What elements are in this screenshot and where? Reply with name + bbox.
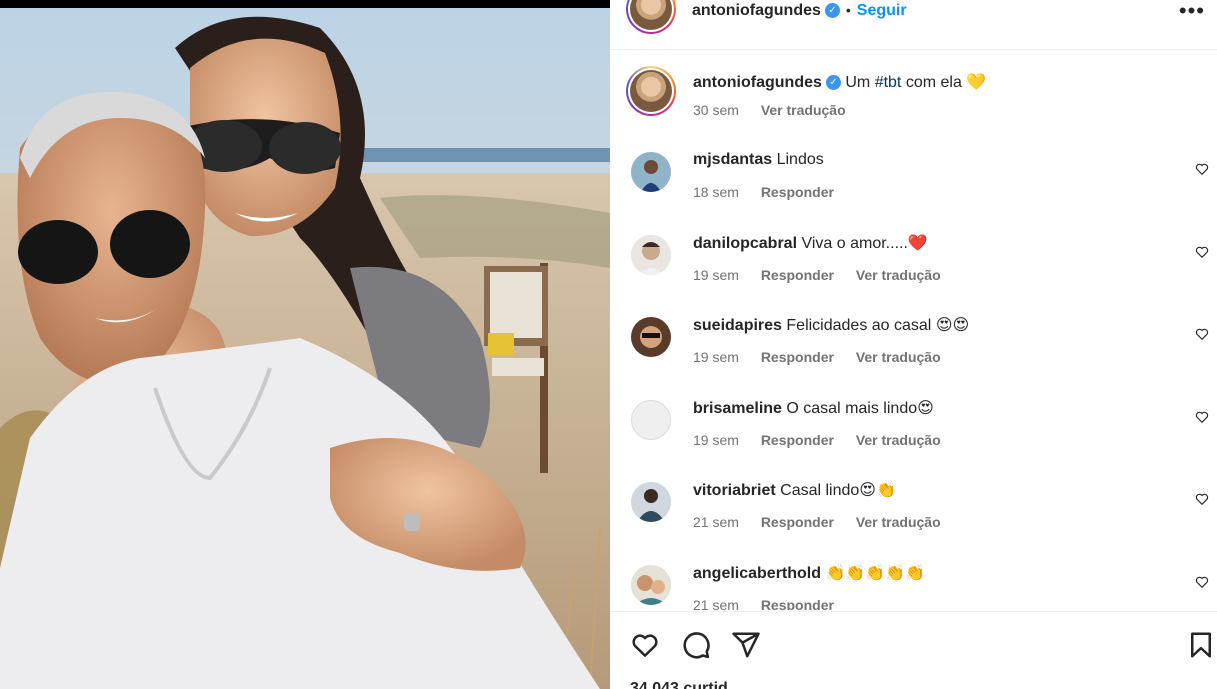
author-avatar[interactable] bbox=[626, 0, 676, 34]
caption-text-after: com ela bbox=[905, 74, 962, 91]
reply-button[interactable]: Responder bbox=[761, 514, 834, 530]
comment-username[interactable]: vitoriabriet bbox=[693, 482, 776, 499]
photo-top-bar bbox=[0, 0, 610, 8]
comment-like-heart-icon[interactable] bbox=[1195, 410, 1209, 424]
heart-eyes-clap-icon: 😍👏 bbox=[859, 480, 896, 499]
comment-age: 19 sem bbox=[693, 432, 739, 448]
comment-like-heart-icon[interactable] bbox=[1195, 575, 1209, 589]
comment-username[interactable]: brisameline bbox=[693, 400, 782, 417]
comment-username[interactable]: sueidapires bbox=[693, 317, 782, 334]
caption-avatar[interactable] bbox=[626, 66, 676, 116]
comment-age: 18 sem bbox=[693, 184, 739, 200]
caption-hashtag[interactable]: #tbt bbox=[875, 74, 902, 91]
yellow-heart-icon: 💛 bbox=[966, 72, 987, 91]
comment-meta: 19 sem Responder Ver tradução bbox=[693, 349, 959, 365]
comment-meta: 19 sem Responder Ver tradução bbox=[693, 267, 959, 283]
verified-badge-icon: ✓ bbox=[824, 3, 840, 19]
comment-like-heart-icon[interactable] bbox=[1195, 327, 1209, 341]
author-username[interactable]: antoniofagundes bbox=[692, 2, 821, 19]
comment-body: vitoriabriet Casal lindo😍👏 bbox=[693, 480, 1163, 501]
commenter-avatar[interactable] bbox=[631, 317, 671, 357]
separator-dot: • bbox=[845, 2, 851, 18]
caption-text-before: Um bbox=[845, 74, 871, 91]
comment-body: angelicaberthold 👏👏👏👏👏 bbox=[693, 563, 1163, 584]
comment-text: Lindos bbox=[776, 151, 824, 168]
comment-age: 19 sem bbox=[693, 267, 739, 283]
see-translation-link[interactable]: Ver tradução bbox=[856, 514, 941, 530]
reply-button[interactable]: Responder bbox=[761, 432, 834, 448]
comment-text: Casal lindo bbox=[780, 482, 860, 499]
caption-username[interactable]: antoniofagundes bbox=[693, 74, 822, 91]
reply-button[interactable]: Responder bbox=[761, 184, 834, 200]
post-action-bar: 34.043 curtid bbox=[610, 611, 1217, 689]
comment-like-heart-icon[interactable] bbox=[1195, 492, 1209, 506]
heart-icon[interactable] bbox=[630, 630, 660, 660]
reply-button[interactable]: Responder bbox=[761, 597, 834, 610]
comments-list[interactable]: antoniofagundes ✓ Um #tbt com ela 💛 30 se… bbox=[610, 50, 1217, 610]
post-photo[interactable] bbox=[0, 0, 610, 689]
comment-username[interactable]: danilopcabral bbox=[693, 235, 797, 252]
comment-meta: 19 sem Responder Ver tradução bbox=[693, 432, 959, 448]
comment-text: Viva o amor..... bbox=[801, 235, 908, 252]
commenter-avatar[interactable] bbox=[631, 482, 671, 522]
verified-badge-icon: ✓ bbox=[825, 75, 841, 91]
see-translation-link[interactable]: Ver tradução bbox=[856, 267, 941, 283]
comment-age: 21 sem bbox=[693, 597, 739, 610]
see-translation-link[interactable]: Ver tradução bbox=[856, 349, 941, 365]
see-translation-link[interactable]: Ver tradução bbox=[761, 102, 846, 118]
red-heart-icon: ❤️ bbox=[907, 233, 928, 252]
author-line: antoniofagundes ✓ • Seguir bbox=[692, 2, 907, 20]
comment-text: Felicidades ao casal bbox=[786, 317, 932, 334]
comment-meta: 21 sem Responder bbox=[693, 597, 852, 610]
heart-eyes-icon: 😍 bbox=[917, 398, 934, 417]
comment-username[interactable]: mjsdantas bbox=[693, 151, 772, 168]
share-icon[interactable] bbox=[731, 630, 761, 660]
caption-age: 30 sem bbox=[693, 102, 739, 118]
comment-body: danilopcabral Viva o amor.....❤️ bbox=[693, 233, 1163, 254]
post-side-panel: antoniofagundes ✓ • Seguir ••• antoniofagun… bbox=[610, 0, 1217, 689]
comment-like-heart-icon[interactable] bbox=[1195, 245, 1209, 259]
comment-username[interactable]: angelicaberthold bbox=[693, 565, 821, 582]
bookmark-icon[interactable] bbox=[1186, 630, 1216, 660]
post-header: antoniofagundes ✓ • Seguir ••• bbox=[610, 0, 1217, 50]
caption-text: antoniofagundes ✓ Um #tbt com ela 💛 bbox=[693, 72, 1163, 93]
comment-body: mjsdantas Lindos bbox=[693, 150, 1163, 170]
reply-button[interactable]: Responder bbox=[761, 349, 834, 365]
comment-age: 19 sem bbox=[693, 349, 739, 365]
caption-meta: 30 sem Ver tradução bbox=[693, 102, 864, 118]
comment-meta: 18 sem Responder bbox=[693, 184, 852, 200]
reply-button[interactable]: Responder bbox=[761, 267, 834, 283]
heart-eyes-icon: 😍😍 bbox=[935, 315, 970, 334]
commenter-avatar[interactable] bbox=[631, 400, 671, 440]
comment-age: 21 sem bbox=[693, 514, 739, 530]
beach-couple-image bbox=[0, 8, 610, 689]
commenter-avatar[interactable] bbox=[631, 235, 671, 275]
commenter-avatar[interactable] bbox=[631, 152, 671, 192]
follow-button[interactable]: Seguir bbox=[857, 2, 907, 19]
comment-body: sueidapires Felicidades ao casal 😍😍 bbox=[693, 315, 1163, 336]
likes-count[interactable]: 34.043 curtid bbox=[630, 680, 728, 689]
clapping-hands-icon: 👏👏👏👏👏 bbox=[825, 563, 926, 582]
comment-like-heart-icon[interactable] bbox=[1195, 162, 1209, 176]
comment-icon[interactable] bbox=[681, 630, 711, 660]
comment-meta: 21 sem Responder Ver tradução bbox=[693, 514, 959, 530]
commenter-avatar[interactable] bbox=[631, 565, 671, 605]
more-options-icon[interactable]: ••• bbox=[1179, 0, 1205, 22]
comment-body: brisameline O casal mais lindo😍 bbox=[693, 398, 1163, 419]
see-translation-link[interactable]: Ver tradução bbox=[856, 432, 941, 448]
comment-text: O casal mais lindo bbox=[786, 400, 918, 417]
